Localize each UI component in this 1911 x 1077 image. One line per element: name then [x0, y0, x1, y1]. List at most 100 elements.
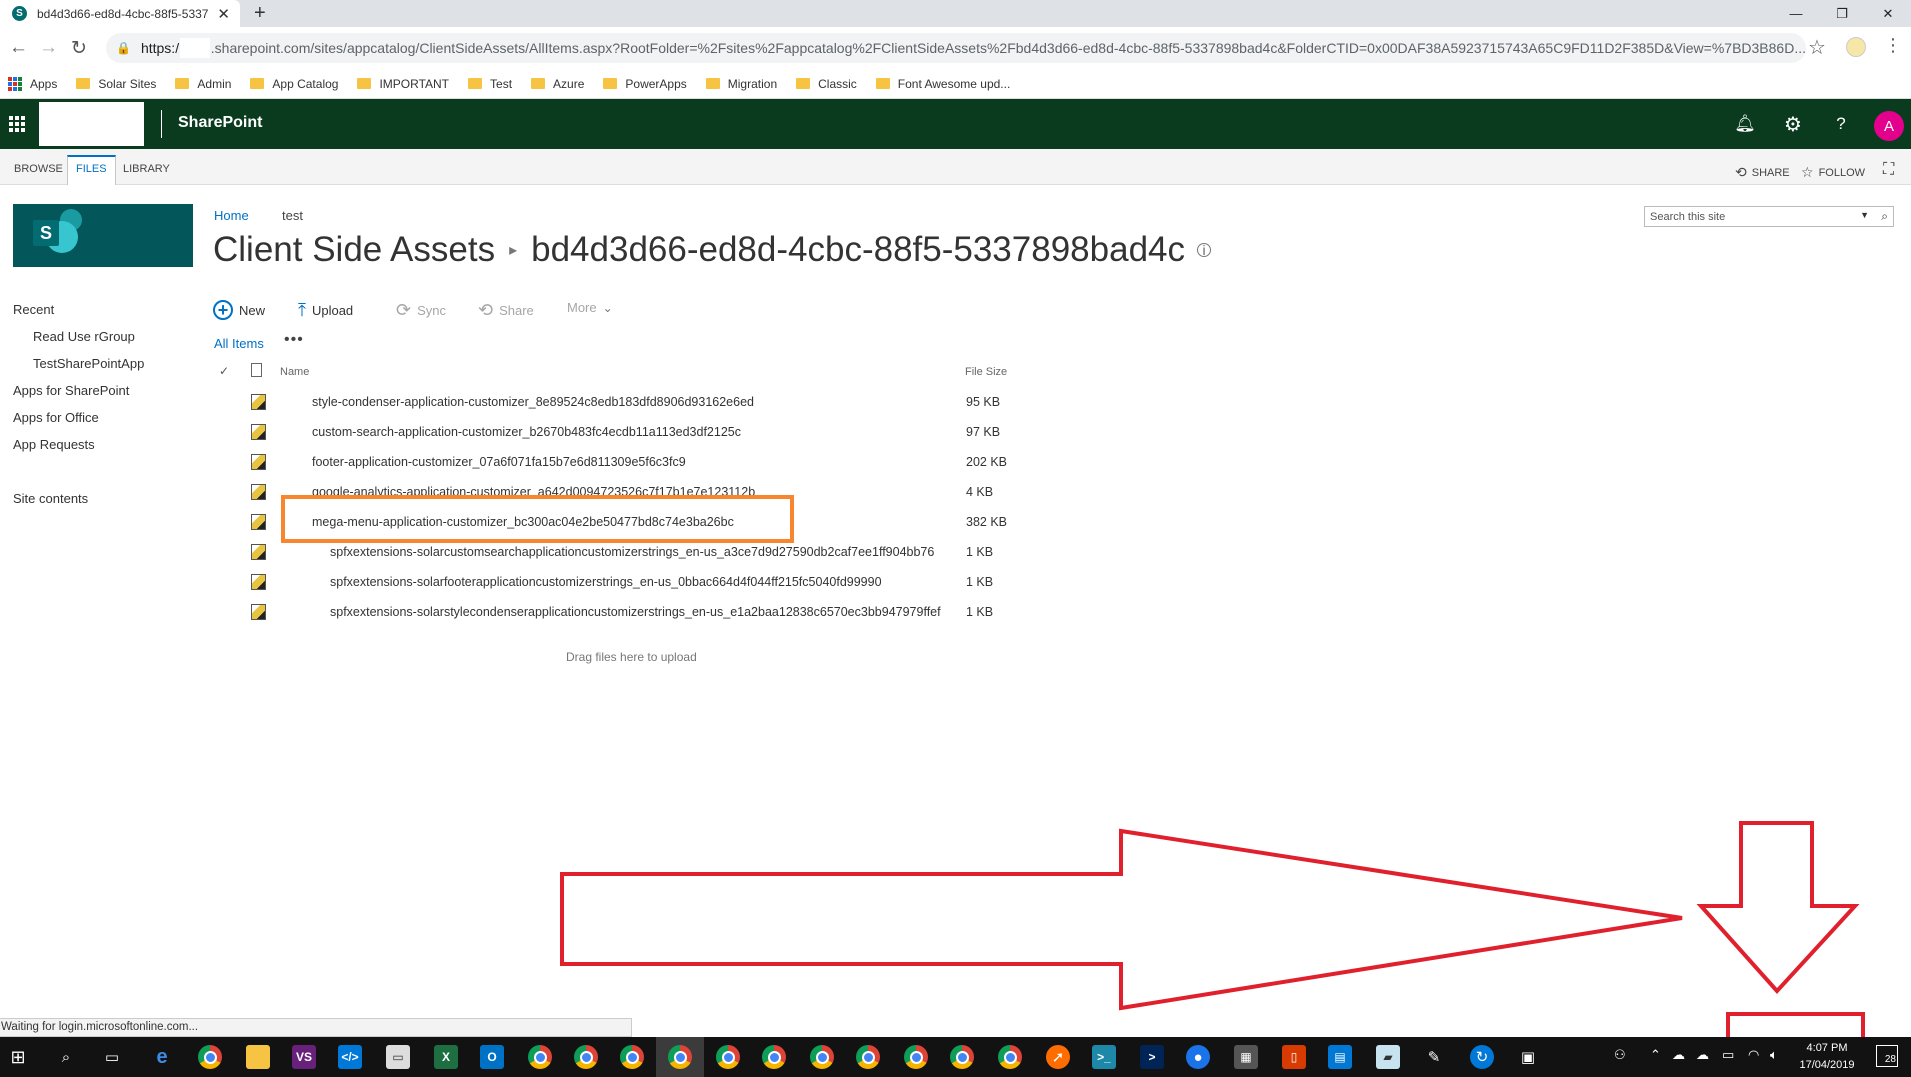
restore-icon[interactable]: ❐ [1819, 0, 1865, 27]
chrome-profile-icon[interactable] [762, 1045, 786, 1069]
search-icon[interactable]: ⌕ [54, 1045, 78, 1069]
maps-icon[interactable]: ● [1186, 1045, 1210, 1069]
vscode-icon[interactable]: </> [338, 1045, 362, 1069]
notification-center-icon[interactable]: 28 [1876, 1045, 1898, 1067]
bookmark-app-catalog[interactable]: App Catalog [250, 77, 338, 91]
bookmark-solar-sites[interactable]: Solar Sites [76, 77, 156, 91]
tab-files[interactable]: FILES [67, 155, 116, 185]
powershell-icon[interactable]: > [1140, 1045, 1164, 1069]
app-launcher-icon[interactable] [9, 116, 25, 132]
sync-button[interactable]: ⟳ Sync [396, 300, 446, 321]
bookmark-powerapps[interactable]: PowerApps [603, 77, 687, 91]
share-button[interactable]: ⟲ Share [478, 300, 534, 321]
focus-mode-button[interactable]: ⛶ [1883, 161, 1899, 179]
bookmark-migration[interactable]: Migration [705, 77, 777, 91]
notepad-icon[interactable]: ▰ [1376, 1045, 1400, 1069]
file-name-link[interactable]: custom-search-application-customizer_b26… [312, 425, 741, 439]
tab-close-icon[interactable]: ✕ [217, 5, 230, 23]
breadcrumb-home[interactable]: Home [214, 208, 249, 223]
task-view-icon[interactable]: ▭ [100, 1045, 124, 1069]
bookmark-font-awesome[interactable]: Font Awesome upd... [875, 77, 1010, 91]
chrome-profile-icon[interactable] [620, 1045, 644, 1069]
table-row[interactable]: custom-search-application-customizer_b26… [0, 416, 1100, 446]
upload-button[interactable]: ⤒ Upload [298, 300, 353, 321]
visual-studio-icon[interactable]: VS [292, 1045, 316, 1069]
info-icon[interactable]: i [1197, 242, 1211, 258]
back-icon[interactable]: ← [9, 37, 28, 59]
breadcrumb-test[interactable]: test [282, 208, 303, 223]
select-all-checkbox[interactable]: ✓ [219, 364, 229, 378]
site-logo[interactable]: S [13, 204, 193, 267]
file-name-link[interactable]: style-condenser-application-customizer_8… [312, 395, 754, 409]
people-icon[interactable]: ⚇ [1614, 1047, 1626, 1063]
window-app-icon[interactable]: ▭ [386, 1045, 410, 1069]
new-button[interactable]: + New [213, 300, 265, 320]
file-name-link[interactable]: spfxextensions-solarstylecondenserapplic… [330, 605, 941, 619]
suite-title[interactable]: SharePoint [178, 114, 262, 132]
chrome-profile-icon[interactable] [904, 1045, 928, 1069]
bell-icon[interactable]: 🔔︎ [1732, 111, 1758, 137]
forward-icon[interactable]: → [39, 37, 58, 59]
new-tab-button[interactable]: + [254, 2, 266, 25]
tab-library[interactable]: LIBRARY [115, 157, 178, 180]
chevron-down-icon[interactable]: ▼ [1860, 210, 1869, 220]
follow-button[interactable]: ☆ FOLLOW [1801, 164, 1865, 181]
view-options-icon[interactable]: ••• [284, 331, 304, 349]
outlook-icon[interactable]: O [480, 1045, 504, 1069]
close-window-icon[interactable]: ✕ [1865, 0, 1911, 27]
nav-recent-item[interactable]: Read Use rGroup [33, 329, 135, 344]
nav-recent-item[interactable]: TestSharePointApp [33, 356, 144, 371]
battery-icon[interactable]: ▭ [1722, 1047, 1734, 1063]
browser-tab[interactable]: S bd4d3d66-ed8d-4cbc-88f5-5337 ✕ [0, 0, 240, 27]
share-page-button[interactable]: ⟲ SHARE [1735, 164, 1790, 181]
chrome-profile-icon[interactable] [810, 1045, 834, 1069]
gear-icon[interactable]: ⚙ [1780, 111, 1806, 137]
file-name-link[interactable]: spfxextensions-solarcustomsearchapplicat… [330, 545, 934, 559]
bookmark-important[interactable]: IMPORTANT [357, 77, 449, 91]
chrome-profile-icon[interactable] [950, 1045, 974, 1069]
table-row[interactable]: style-condenser-application-customizer_8… [0, 386, 1100, 416]
minimize-icon[interactable]: — [1773, 0, 1819, 27]
reload-icon[interactable]: ↻ [71, 37, 87, 60]
column-header-file-size[interactable]: File Size [965, 366, 1007, 378]
bookmark-test[interactable]: Test [468, 77, 512, 91]
refresh-app-icon[interactable]: ↻ [1470, 1045, 1494, 1069]
file-name-link[interactable]: spfxextensions-solarfooterapplicationcus… [330, 575, 882, 589]
bookmark-apps[interactable]: Apps [8, 76, 57, 91]
office-icon[interactable]: ▯ [1282, 1045, 1306, 1069]
more-button[interactable]: More ⌄ [567, 300, 613, 315]
user-avatar[interactable]: A [1874, 111, 1904, 141]
file-name-link[interactable]: footer-application-customizer_07a6f071fa… [312, 455, 686, 469]
volume-icon[interactable]: 🔈︎ [1770, 1047, 1778, 1063]
bookmark-classic[interactable]: Classic [796, 77, 857, 91]
bookmark-azure[interactable]: Azure [531, 77, 584, 91]
url-input[interactable]: 🔒 https:/ .sharepoint.com/sites/appcatal… [106, 33, 1806, 63]
view-all-items[interactable]: All Items [214, 336, 264, 351]
bookmark-admin[interactable]: Admin [175, 77, 231, 91]
chrome-profile-icon[interactable] [856, 1045, 880, 1069]
chrome-icon[interactable] [198, 1045, 222, 1069]
chrome-profile-icon[interactable] [574, 1045, 598, 1069]
table-row[interactable]: spfxextensions-solarstylecondenserapplic… [0, 596, 1100, 626]
terminal-icon[interactable]: >_ [1092, 1045, 1116, 1069]
taskbar-clock[interactable]: 4:07 PM 17/04/2019 [1782, 1040, 1872, 1074]
bookmark-star-icon[interactable]: ☆ [1808, 35, 1826, 60]
file-explorer-icon[interactable] [246, 1045, 270, 1069]
postman-icon[interactable]: ➚ [1046, 1045, 1070, 1069]
chrome-profile-icon[interactable] [716, 1045, 740, 1069]
paint-icon[interactable]: ✎ [1422, 1045, 1446, 1069]
title-library-link[interactable]: Client Side Assets [213, 230, 495, 270]
chevron-up-icon[interactable]: ⌃ [1650, 1047, 1661, 1063]
calculator-icon[interactable]: ▦ [1234, 1045, 1258, 1069]
column-header-name[interactable]: Name [280, 366, 309, 378]
chrome-active-icon[interactable] [668, 1045, 692, 1069]
browser-menu-icon[interactable]: ⋮ [1884, 35, 1902, 56]
chrome-profile-icon[interactable] [528, 1045, 552, 1069]
chrome-profile-icon[interactable] [998, 1045, 1022, 1069]
remote-desktop-icon[interactable]: ▣ [1516, 1045, 1540, 1069]
search-icon[interactable]: ⌕ [1881, 209, 1888, 224]
teams-app-icon[interactable]: ▤ [1328, 1045, 1352, 1069]
help-icon[interactable]: ? [1828, 111, 1854, 137]
onedrive-icon[interactable]: ☁ [1672, 1047, 1685, 1063]
windows-start-icon[interactable]: ⊞ [6, 1045, 30, 1069]
